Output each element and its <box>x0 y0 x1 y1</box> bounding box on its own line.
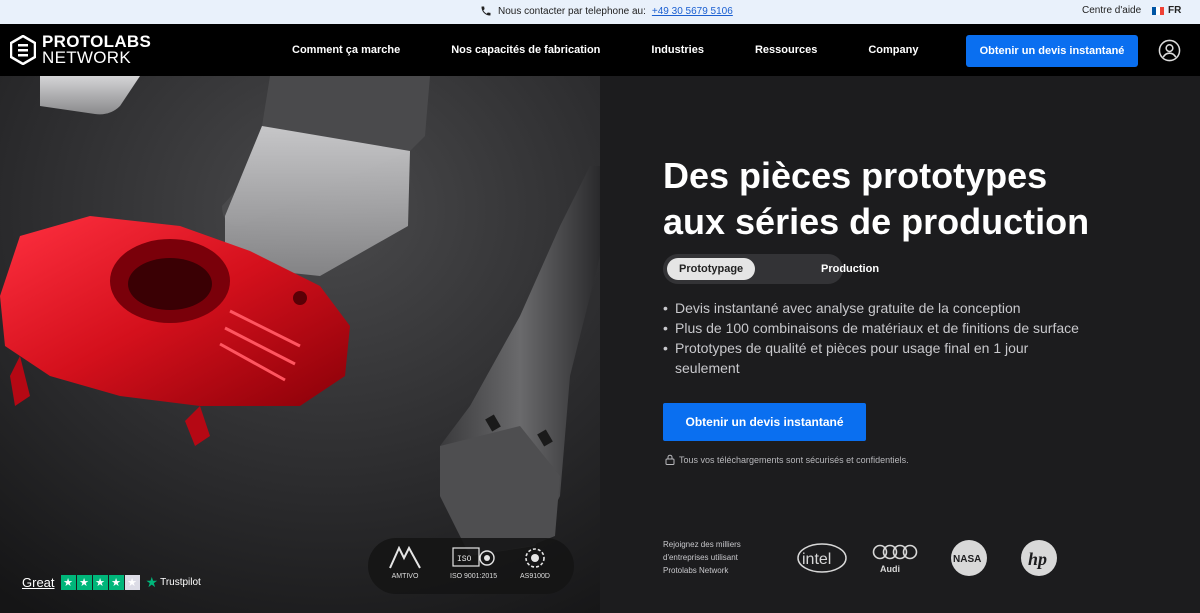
security-note: Tous vos téléchargements sont sécurisés … <box>665 454 909 465</box>
audi-logo-text: Audi <box>880 564 900 574</box>
star-icon: ★ <box>76 575 92 590</box>
top-bar: Nous contacter par telephone au: +49 30 … <box>0 0 1200 24</box>
star-empty-icon: ★ <box>124 575 140 590</box>
intel-logo-icon: intel <box>797 543 847 573</box>
trustpilot-stars: ★ ★ ★ ★ ★ <box>60 575 140 590</box>
hp-logo-text: hp <box>1028 549 1047 569</box>
contact-info: Nous contacter par telephone au: +49 30 … <box>480 5 733 17</box>
amtivo-logo-icon <box>389 546 421 569</box>
feature-item: Plus de 100 combinaisons de matériaux et… <box>663 318 1133 338</box>
prototype-production-toggle: Prototypage Production <box>663 254 879 284</box>
nav-item-how-it-works[interactable]: Comment ça marche <box>292 44 400 56</box>
trustpilot-rating-text: Great <box>22 575 55 590</box>
phone-icon <box>481 6 491 16</box>
cert-amtivo: AMTIVO <box>386 546 424 580</box>
intel-logo-text: intel <box>802 551 831 568</box>
user-account-icon[interactable] <box>1158 39 1181 62</box>
cert-as9100d: AS9100D <box>520 546 550 580</box>
nav-links: Comment ça marche Nos capacités de fabri… <box>292 44 918 56</box>
hero-content: Des pièces prototypes aux séries de prod… <box>600 76 1200 613</box>
hp-logo-icon: hp <box>1021 540 1057 576</box>
star-icon: ★ <box>108 575 124 590</box>
language-label: FR <box>1168 5 1182 16</box>
cert-iso-label: ISO 9001:2015 <box>450 573 498 580</box>
nav-item-resources[interactable]: Ressources <box>755 44 817 56</box>
iso-seal-icon: ISO <box>451 547 495 567</box>
contact-label: Nous contacter par telephone au: <box>498 5 646 17</box>
brand-logos: intel Audi NASA hp <box>796 538 1058 578</box>
security-note-text: Tous vos téléchargements sont sécurisés … <box>679 454 909 465</box>
hero-parts-illustration <box>0 76 600 613</box>
lock-icon <box>665 454 675 465</box>
nasa-logo-text: NASA <box>953 554 981 565</box>
phone-link[interactable]: +49 30 5679 5106 <box>652 6 733 17</box>
cert-amtivo-label: AMTIVO <box>391 573 419 580</box>
join-companies-text: Rejoignez des milliers d'entreprises uti… <box>663 540 741 575</box>
star-icon: ★ <box>60 575 76 590</box>
toggle-production[interactable]: Production <box>821 258 879 280</box>
france-flag-icon <box>1152 6 1164 15</box>
logo-text-line2: NETWORK <box>42 48 131 67</box>
nav-item-company[interactable]: Company <box>868 44 918 56</box>
feature-list: Devis instantané avec analyse gratuite d… <box>663 298 1133 378</box>
audi-logo-icon: Audi <box>872 544 918 574</box>
nav-item-capabilities[interactable]: Nos capacités de fabrication <box>451 44 600 56</box>
cert-iso: ISO ISO 9001:2015 <box>450 546 497 580</box>
trustpilot-rating[interactable]: Great ★ ★ ★ ★ ★ ★ Trustpilot <box>22 574 201 591</box>
as9100d-seal-icon <box>525 548 545 568</box>
iso-badge-text: ISO <box>457 555 472 564</box>
main-nav: PROTOLABS NETWORK Comment ça marche Nos … <box>0 24 1200 76</box>
language-selector[interactable]: FR <box>1152 5 1181 16</box>
hero-quote-button[interactable]: Obtenir un devis instantané <box>663 403 866 441</box>
hero-headline: Des pièces prototypes aux séries de prod… <box>663 153 1183 245</box>
nasa-logo-icon: NASA <box>951 540 987 576</box>
feature-item: Devis instantané avec analyse gratuite d… <box>663 298 1133 318</box>
toggle-prototyping[interactable]: Prototypage <box>667 258 756 280</box>
certifications-badge: AMTIVO ISO ISO 9001:2015 AS9100D <box>368 538 574 594</box>
trustpilot-star-icon: ★ <box>145 574 159 590</box>
trustpilot-brand: ★ Trustpilot <box>146 574 201 591</box>
hero-headline-line1: Des pièces prototypes <box>663 155 1048 196</box>
help-center-link[interactable]: Centre d'aide <box>1082 5 1141 16</box>
hero-image: AMTIVO ISO ISO 9001:2015 AS9100D Great ★… <box>0 76 600 613</box>
nav-item-industries[interactable]: Industries <box>651 44 704 56</box>
nav-quote-button[interactable]: Obtenir un devis instantané <box>966 35 1138 67</box>
trustpilot-brand-label: Trustpilot <box>160 577 201 588</box>
star-icon: ★ <box>92 575 108 590</box>
protolabs-logo[interactable]: PROTOLABS NETWORK <box>10 33 151 67</box>
cert-as9100d-label: AS9100D <box>520 573 550 580</box>
hero-headline-line2: aux séries de production <box>663 201 1090 242</box>
feature-item: Prototypes de qualité et pièces pour usa… <box>663 338 1058 378</box>
logo-icon <box>10 35 36 65</box>
